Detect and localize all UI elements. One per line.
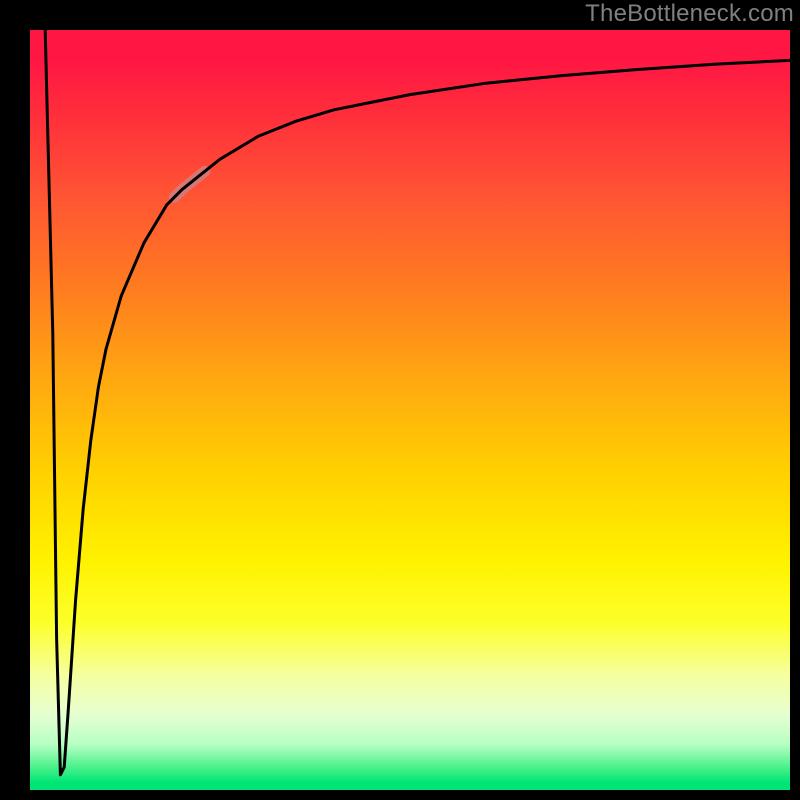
- frame-right: [790, 0, 800, 800]
- frame-left: [0, 0, 30, 800]
- chart-plot-area: [30, 30, 790, 790]
- bottleneck-curve-line: [45, 30, 790, 775]
- chart-svg: [30, 30, 790, 790]
- frame-bottom: [0, 790, 800, 800]
- watermark-text: TheBottleneck.com: [585, 0, 794, 28]
